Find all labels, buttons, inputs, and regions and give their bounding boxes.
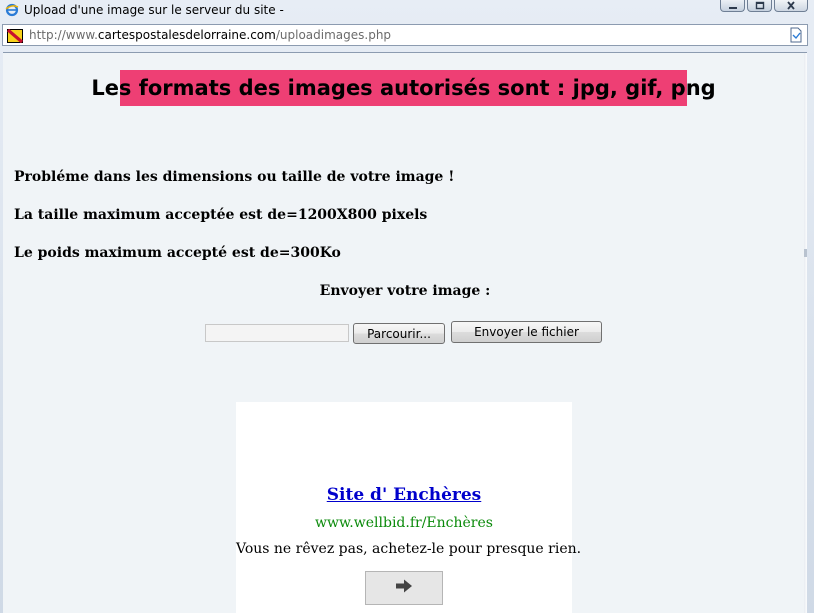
ad-box: Site d' Enchères www.wellbid.fr/Enchères… (236, 402, 582, 613)
max-weight-message: Le poids maximum accepté est de=300Ko (14, 245, 341, 261)
page-compat-icon[interactable] (788, 27, 804, 43)
arrow-right-icon (394, 578, 414, 598)
ad-go-button[interactable] (365, 571, 443, 605)
url-domain: cartespostalesdelorraine.com (97, 28, 276, 42)
maximize-icon (755, 0, 765, 14)
url-prefix: http://www. (29, 28, 98, 42)
ad-title-link[interactable]: Site d' Enchères (236, 485, 572, 505)
browser-popup-window: Upload d'une image sur le serveur du sit… (0, 0, 814, 613)
minimize-icon (728, 0, 738, 14)
title-bar[interactable]: Upload d'une image sur le serveur du sit… (0, 0, 814, 20)
file-path-input[interactable] (205, 324, 349, 342)
ad-text: Vous ne rêvez pas, achetez-le pour presq… (236, 541, 582, 557)
close-button[interactable] (774, 0, 808, 12)
window-controls (720, 0, 808, 12)
maximize-button[interactable] (747, 0, 772, 12)
error-message: Probléme dans les dimensions ou taille d… (14, 169, 455, 185)
send-file-button[interactable]: Envoyer le fichier (451, 321, 602, 343)
address-bar[interactable]: http://www.cartespostalesdelorraine.com/… (2, 24, 808, 46)
scrollbar-thumb[interactable] (804, 249, 807, 257)
scrollbar[interactable] (804, 53, 807, 613)
minimize-button[interactable] (720, 0, 745, 12)
lorraine-flag-icon (6, 28, 24, 44)
ad-url[interactable]: www.wellbid.fr/Enchères (236, 515, 572, 531)
browse-button[interactable]: Parcourir... (353, 323, 445, 344)
close-icon (786, 0, 796, 14)
window-title: Upload d'une image sur le serveur du sit… (24, 3, 284, 17)
allowed-formats-banner: Les formats des images autorisés sont : … (91, 70, 716, 106)
send-image-label: Envoyer votre image : (319, 283, 491, 299)
url-path: /uploadimages.php (275, 28, 392, 42)
url-text[interactable]: http://www.cartespostalesdelorraine.com/… (29, 28, 391, 42)
internet-explorer-icon (5, 3, 19, 17)
max-size-message: La taille maximum acceptée est de=1200X8… (14, 207, 428, 223)
page-content: Les formats des images autorisés sont : … (3, 52, 807, 613)
